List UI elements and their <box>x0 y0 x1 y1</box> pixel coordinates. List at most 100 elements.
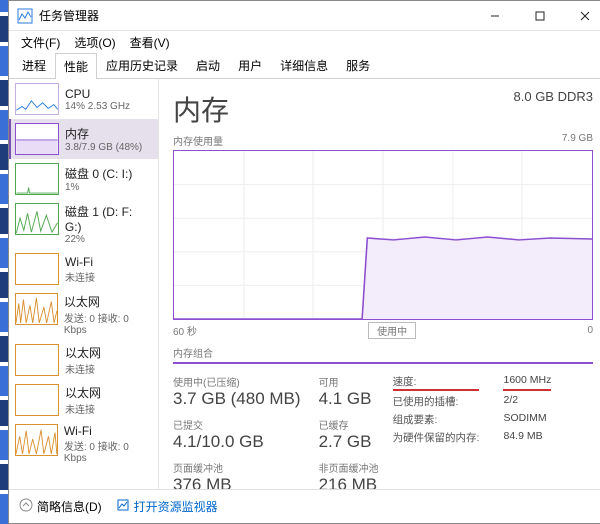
sidebar-item-ethernet[interactable]: 以太网发送: 0 接收: 0 Kbps <box>9 289 158 340</box>
sidebar-label: 内存 <box>65 125 142 142</box>
app-icon <box>17 8 33 24</box>
stat-committed-label: 已提交 <box>173 417 301 432</box>
desktop-left-gutter <box>0 0 8 524</box>
memory-spec: 8.0 GB DDR3 <box>514 89 593 104</box>
close-button[interactable] <box>562 1 600 31</box>
open-resource-monitor-link[interactable]: 打开资源监视器 <box>116 498 218 515</box>
stat-slots-value: 2/2 <box>503 394 551 409</box>
sidebar-item-wifi[interactable]: Wi-Fi未连接 <box>9 249 158 289</box>
wifi-thumb <box>15 253 59 285</box>
cpu-thumb <box>15 83 59 115</box>
chart-time-zero: 0 <box>587 325 593 336</box>
sidebar-item-ethernet[interactable]: 以太网未连接 <box>9 340 158 380</box>
stat-avail-value: 4.1 GB <box>319 389 379 409</box>
stat-cached-label: 已缓存 <box>319 417 379 432</box>
sidebar: CPU14% 2.53 GHz 内存3.8/7.9 GB (48%) 磁盘 0 … <box>9 79 159 489</box>
ethernet-thumb <box>15 344 59 376</box>
chart-usage-max: 7.9 GB <box>562 133 593 148</box>
task-manager-window: 任务管理器 文件(F) 选项(O) 查看(V) 进程 性能 应用历史记录 启动 … <box>8 0 600 524</box>
ethernet-thumb <box>15 293 58 325</box>
titlebar: 任务管理器 <box>9 1 600 31</box>
page-title: 内存 <box>173 89 229 129</box>
sidebar-label: CPU <box>65 87 130 101</box>
tab-performance[interactable]: 性能 <box>55 53 97 79</box>
sidebar-label: 以太网 <box>64 293 152 310</box>
menu-file[interactable]: 文件(F) <box>15 32 66 53</box>
tab-details[interactable]: 详细信息 <box>271 52 337 78</box>
sidebar-sub: 14% 2.53 GHz <box>65 101 130 112</box>
sidebar-item-disk0[interactable]: 磁盘 0 (C: I:)1% <box>9 159 158 199</box>
memory-thumb <box>15 123 59 155</box>
chart-usage-label: 内存使用量 <box>173 133 223 148</box>
brief-info-button[interactable]: 简略信息(D) <box>19 498 102 515</box>
sidebar-label: 以太网 <box>65 384 101 401</box>
stat-nonpaged-label: 非页面缓冲池 <box>319 460 379 475</box>
sidebar-sub: 22% <box>65 234 152 245</box>
menu-view[interactable]: 查看(V) <box>124 32 176 53</box>
sidebar-label: Wi-Fi <box>64 424 152 438</box>
sidebar-item-memory[interactable]: 内存3.8/7.9 GB (48%) <box>9 119 158 159</box>
stat-slots-label: 已使用的插槽: <box>393 394 480 409</box>
sidebar-sub: 未连接 <box>65 361 101 376</box>
maximize-button[interactable] <box>517 1 562 31</box>
tab-services[interactable]: 服务 <box>337 52 379 78</box>
stat-avail-label: 可用 <box>319 374 379 389</box>
chart-time-label: 60 秒 <box>173 323 197 338</box>
sidebar-item-cpu[interactable]: CPU14% 2.53 GHz <box>9 79 158 119</box>
tabbar: 进程 性能 应用历史记录 启动 用户 详细信息 服务 <box>9 53 600 79</box>
minimize-button[interactable] <box>472 1 517 31</box>
sidebar-sub: 发送: 0 接收: 0 Kbps <box>64 310 152 336</box>
disk-thumb <box>15 163 59 195</box>
tab-startup[interactable]: 启动 <box>187 52 229 78</box>
stat-used-label: 使用中(已压缩) <box>173 374 301 389</box>
bottombar: 简略信息(D) 打开资源监视器 <box>9 489 600 523</box>
sidebar-label: 磁盘 1 (D: F: G:) <box>65 203 152 234</box>
inuse-badge: 使用中 <box>368 322 416 339</box>
stat-cached-value: 2.7 GB <box>319 432 379 452</box>
sidebar-label: 以太网 <box>65 344 101 361</box>
chevron-up-icon <box>19 498 33 515</box>
sidebar-sub: 1% <box>65 182 132 193</box>
disk-thumb <box>15 203 59 235</box>
stat-paged-value: 376 MB <box>173 475 301 489</box>
brief-info-label: 简略信息(D) <box>37 498 102 515</box>
sidebar-item-disk1[interactable]: 磁盘 1 (D: F: G:)22% <box>9 199 158 249</box>
stat-form-label: 组成要素: <box>393 412 480 427</box>
sidebar-sub: 未连接 <box>65 401 101 416</box>
sidebar-label: 磁盘 0 (C: I:) <box>65 165 132 182</box>
menu-options[interactable]: 选项(O) <box>68 32 121 53</box>
stat-paged-label: 页面缓冲池 <box>173 460 301 475</box>
open-resource-monitor-label: 打开资源监视器 <box>134 498 218 515</box>
composition-label: 内存组合 <box>173 345 593 360</box>
sidebar-sub: 未连接 <box>65 269 95 284</box>
window-controls <box>472 1 600 31</box>
tab-users[interactable]: 用户 <box>229 52 271 78</box>
stats: 使用中(已压缩)3.7 GB (480 MB) 可用4.1 GB 已提交4.1/… <box>173 374 593 489</box>
stat-used-value: 3.7 GB (480 MB) <box>173 389 301 409</box>
stats-left: 使用中(已压缩)3.7 GB (480 MB) 可用4.1 GB 已提交4.1/… <box>173 374 379 489</box>
stat-committed-value: 4.1/10.0 GB <box>173 432 301 452</box>
stat-speed-label: 速度: <box>393 374 480 391</box>
stats-right: 速度: 1600 MHz 已使用的插槽: 2/2 组成要素: SODIMM 为硬件保留… <box>393 374 552 489</box>
window-title: 任务管理器 <box>39 7 472 24</box>
stat-nonpaged-value: 216 MB <box>319 475 379 489</box>
wifi-thumb <box>15 424 58 456</box>
menubar: 文件(F) 选项(O) 查看(V) <box>9 31 600 53</box>
sidebar-item-ethernet[interactable]: 以太网未连接 <box>9 380 158 420</box>
stat-reserved-label: 为硬件保留的内存: <box>393 430 480 445</box>
main-panel: 内存 8.0 GB DDR3 内存使用量 7.9 GB 60 秒 <box>159 79 600 489</box>
memory-composition-chart[interactable] <box>173 362 593 364</box>
sidebar-label: Wi-Fi <box>65 255 95 269</box>
resource-monitor-icon <box>116 498 130 515</box>
sidebar-item-wifi[interactable]: Wi-Fi发送: 0 接收: 0 Kbps <box>9 420 158 468</box>
stat-speed-value: 1600 MHz <box>503 374 551 391</box>
stat-form-value: SODIMM <box>503 412 551 427</box>
sidebar-sub: 发送: 0 接收: 0 Kbps <box>64 438 152 464</box>
sidebar-sub: 3.8/7.9 GB (48%) <box>65 142 142 153</box>
ethernet-thumb <box>15 384 59 416</box>
content: CPU14% 2.53 GHz 内存3.8/7.9 GB (48%) 磁盘 0 … <box>9 79 600 489</box>
tab-processes[interactable]: 进程 <box>13 52 55 78</box>
tab-app-history[interactable]: 应用历史记录 <box>97 52 187 78</box>
memory-usage-chart[interactable] <box>173 150 593 320</box>
stat-reserved-value: 84.9 MB <box>503 430 551 445</box>
